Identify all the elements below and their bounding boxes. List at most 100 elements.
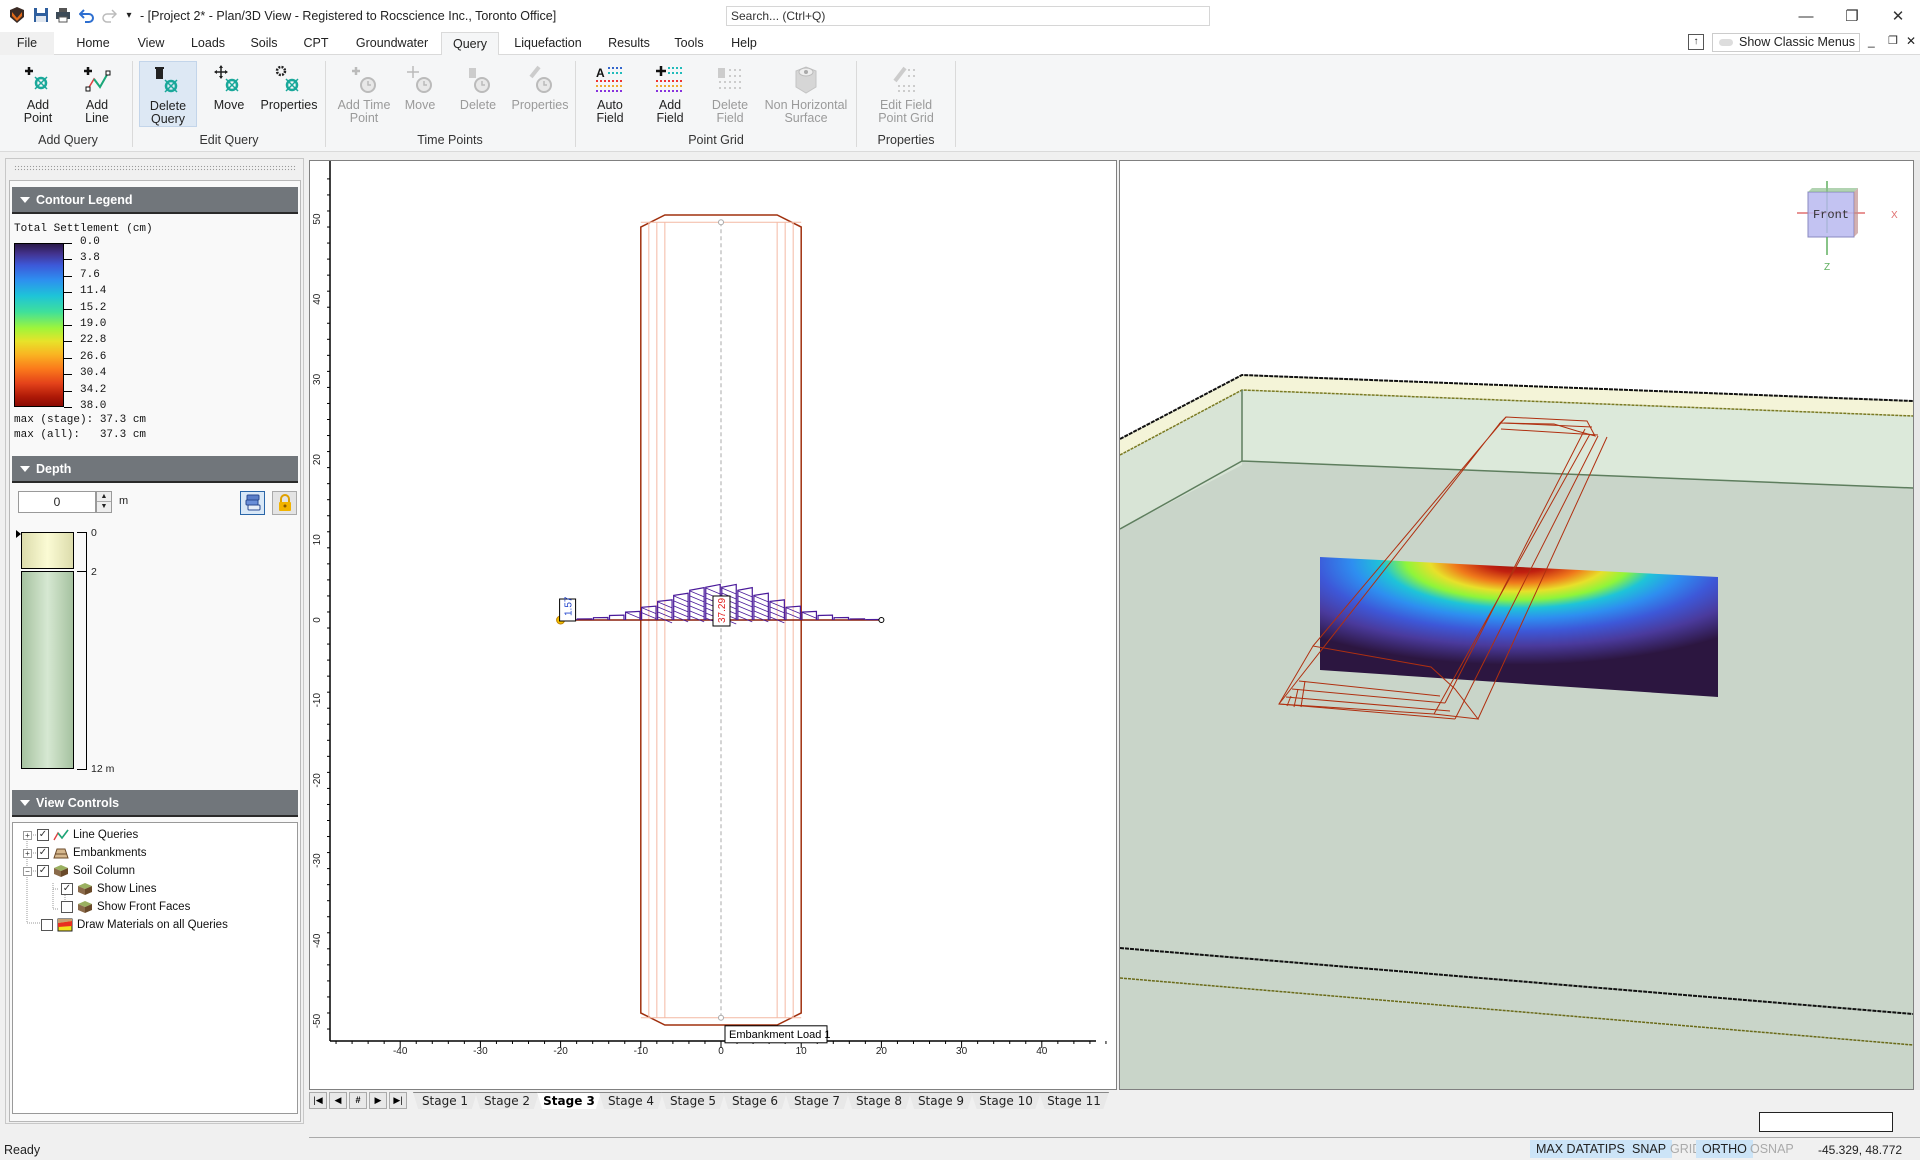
stage-tab[interactable]: Stage 11	[1039, 1092, 1109, 1109]
stepper-down-icon[interactable]: ▼	[97, 502, 111, 512]
stepper-up-icon[interactable]: ▲	[97, 492, 111, 502]
last-stage-button[interactable]: ▶|	[389, 1092, 407, 1109]
stage-tab[interactable]: Stage 9	[909, 1092, 973, 1109]
checkbox-soil-column[interactable]: ✓	[37, 865, 49, 877]
view-controls-header[interactable]: View Controls	[12, 790, 298, 817]
plan-canvas[interactable]: 50 40 30 20 10 0 -10 -20 -30 -40 -50 -40 -30 -20 -10 0 1…	[310, 161, 1116, 1089]
stage-tab[interactable]: Stage 10	[971, 1092, 1041, 1109]
checkbox-draw-materials[interactable]	[41, 919, 53, 931]
tab-liquefaction[interactable]: Liquefaction	[506, 32, 590, 55]
tab-home[interactable]: Home	[62, 32, 124, 55]
tab-tools[interactable]: Tools	[666, 32, 712, 55]
expand-icon[interactable]: +	[23, 830, 32, 840]
app-logo-icon[interactable]	[6, 4, 28, 26]
collapse-icon[interactable]: −	[23, 866, 32, 876]
next-stage-button[interactable]: ▶	[369, 1092, 387, 1109]
prev-stage-button[interactable]: ◀	[329, 1092, 347, 1109]
tree-item-soil-column[interactable]: − ✓ Soil Column	[23, 863, 135, 879]
tab-loads[interactable]: Loads	[182, 32, 234, 55]
move-query-button[interactable]: Move	[200, 61, 258, 127]
osnap-toggle[interactable]: OSNAP	[1744, 1140, 1800, 1158]
redo-icon[interactable]	[98, 4, 120, 26]
doc-restore-button[interactable]: ❐	[1888, 34, 1898, 47]
layers-button[interactable]	[240, 491, 265, 515]
doc-close-button[interactable]: ✕	[1906, 34, 1916, 48]
collapse-icon	[20, 800, 30, 806]
move-time-point-button[interactable]: Move	[398, 61, 442, 127]
y-tick-label: 50	[312, 213, 323, 225]
panel-grip[interactable]	[14, 165, 296, 171]
delete-field-button[interactable]: Delete Field	[702, 61, 758, 127]
customize-icon[interactable]: ▾	[118, 4, 140, 26]
soil-layer-1[interactable]	[21, 532, 74, 569]
lock-button[interactable]	[272, 491, 297, 515]
checkbox-show-lines[interactable]: ✓	[61, 883, 73, 895]
edit-field-point-grid-button[interactable]: Edit Field Point Grid	[863, 61, 949, 127]
settlement-hatch	[705, 587, 721, 595]
goto-stage-button[interactable]: #	[349, 1092, 367, 1109]
tab-groundwater[interactable]: Groundwater	[344, 32, 440, 55]
query-properties-button[interactable]: Properties	[258, 61, 320, 127]
tab-help[interactable]: Help	[722, 32, 766, 55]
auto-field-button[interactable]: A Auto Field	[582, 61, 638, 127]
stage-tab[interactable]: Stage 3	[537, 1092, 601, 1109]
stage-tab[interactable]: Stage 1	[413, 1092, 477, 1109]
add-time-point-button[interactable]: Add Time Point	[332, 61, 396, 127]
stage-tab[interactable]: Stage 5	[661, 1092, 725, 1109]
stage-tab[interactable]: Stage 2	[475, 1092, 539, 1109]
delete-time-point-button[interactable]: Delete	[451, 61, 505, 127]
nav-cube[interactable]: Front X Z	[1797, 181, 1898, 273]
depth-stepper[interactable]: ▲ ▼	[96, 491, 112, 513]
non-horizontal-surface-button[interactable]: Non Horizontal Surface	[762, 61, 850, 127]
tab-soils[interactable]: Soils	[240, 32, 288, 55]
tab-file[interactable]: File	[0, 32, 54, 55]
3d-canvas[interactable]: Front X Z	[1120, 161, 1913, 1089]
stage-tab[interactable]: Stage 4	[599, 1092, 663, 1109]
tab-results[interactable]: Results	[600, 32, 658, 55]
minimize-button[interactable]: —	[1786, 4, 1826, 28]
contour-legend-header[interactable]: Contour Legend	[12, 187, 298, 214]
3d-view[interactable]: Front X Z	[1119, 160, 1914, 1090]
save-icon[interactable]	[30, 4, 52, 26]
add-field-button[interactable]: Add Field	[642, 61, 698, 127]
tree-item-draw-materials[interactable]: Draw Materials on all Queries	[41, 917, 228, 933]
line-query-end-node[interactable]	[878, 617, 885, 623]
delete-query-button[interactable]: Delete Query	[139, 61, 197, 127]
print-icon[interactable]	[52, 4, 74, 26]
checkbox-show-front-faces[interactable]	[61, 901, 73, 913]
stage-tab[interactable]: Stage 8	[847, 1092, 911, 1109]
stage-tab[interactable]: Stage 7	[785, 1092, 849, 1109]
expand-icon[interactable]: +	[23, 848, 32, 858]
plan-view[interactable]: 50 40 30 20 10 0 -10 -20 -30 -40 -50 -40 -30 -20 -10 0 1…	[309, 160, 1117, 1090]
undo-icon[interactable]	[76, 4, 98, 26]
search-input[interactable]: Search... (Ctrl+Q)	[726, 6, 1210, 26]
close-button[interactable]: ✕	[1878, 4, 1918, 28]
tree-item-line-queries[interactable]: + ✓ Line Queries	[23, 827, 138, 843]
time-point-properties-button[interactable]: Properties	[508, 61, 572, 127]
tree-item-show-front-faces[interactable]: Show Front Faces	[61, 899, 190, 915]
soil-layer-2[interactable]	[21, 571, 74, 769]
checkbox-embankments[interactable]: ✓	[37, 847, 49, 859]
datatip-start-value: 1.57	[564, 596, 575, 616]
command-input[interactable]	[1759, 1112, 1893, 1132]
first-stage-button[interactable]: |◀	[309, 1092, 327, 1109]
add-point-button[interactable]: Add Point	[9, 61, 67, 127]
tree-item-embankments[interactable]: + ✓ Embankments	[23, 845, 147, 861]
depth-input[interactable]: 0	[18, 491, 96, 513]
tab-view[interactable]: View	[128, 32, 174, 55]
x-tick-label: 40	[1036, 1046, 1048, 1057]
doc-minimize-button[interactable]: _	[1868, 34, 1875, 48]
splitter[interactable]	[1914, 160, 1920, 1090]
show-classic-menus-toggle[interactable]: Show Classic Menus	[1712, 33, 1860, 52]
tab-query[interactable]: Query	[441, 32, 499, 56]
add-line-button[interactable]: Add Line	[68, 61, 126, 127]
collapse-ribbon-icon[interactable]: ↑	[1688, 34, 1704, 50]
nav-cube-face[interactable]: Front	[1813, 208, 1849, 222]
stage-tab[interactable]: Stage 6	[723, 1092, 787, 1109]
max-datatips-toggle[interactable]: MAX DATATIPS	[1530, 1140, 1631, 1158]
depth-header[interactable]: Depth	[12, 456, 298, 483]
tree-item-show-lines[interactable]: ✓ Show Lines	[61, 881, 156, 897]
tab-cpt[interactable]: CPT	[296, 32, 336, 55]
restore-button[interactable]: ❐	[1832, 4, 1872, 28]
checkbox-line-queries[interactable]: ✓	[37, 829, 49, 841]
